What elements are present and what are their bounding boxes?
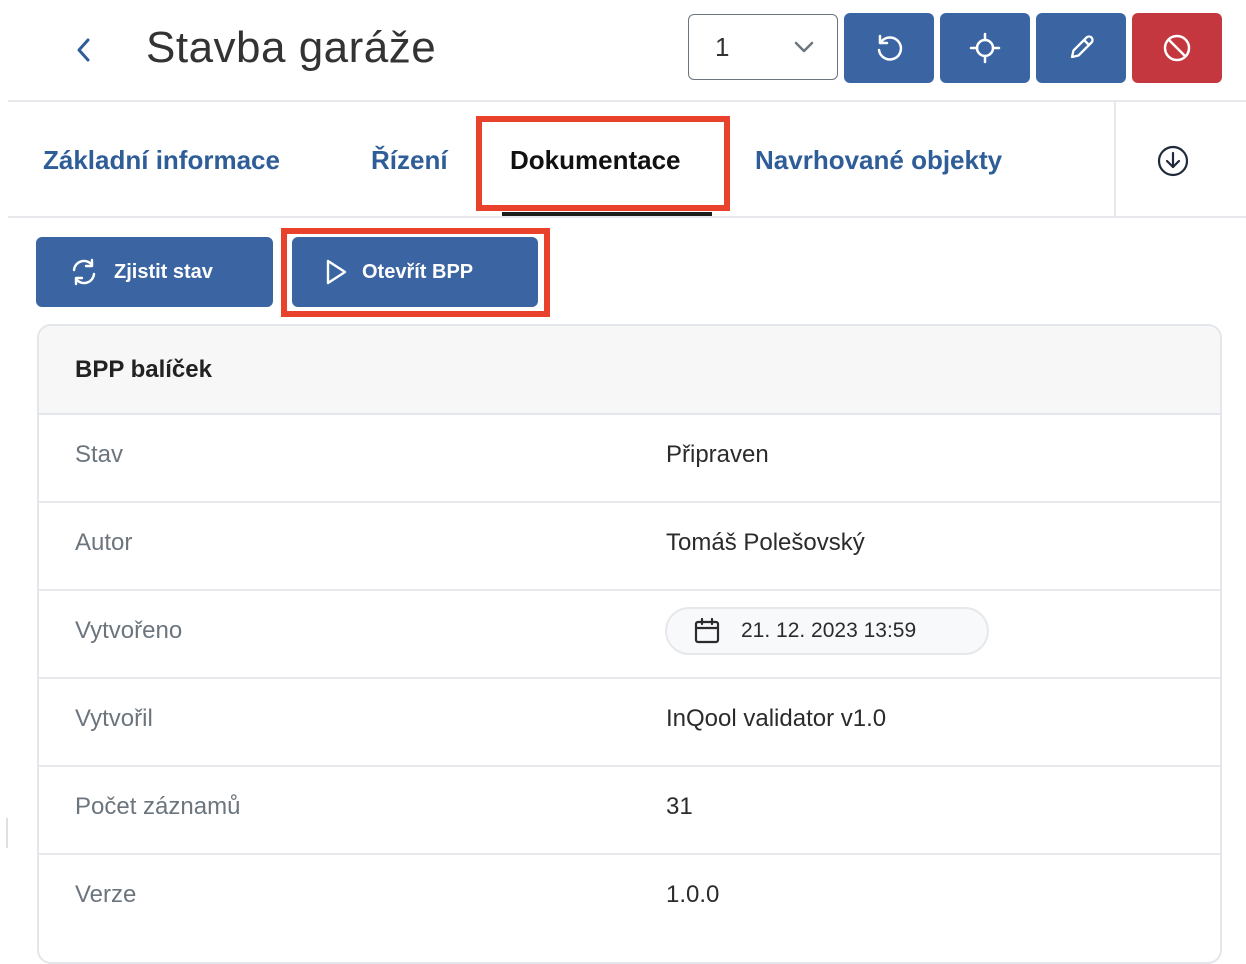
- card-title: BPP balíček: [75, 356, 212, 383]
- detail-row-record-count: Počet záznamů 31: [39, 767, 1220, 855]
- page-title: Stavba garáže: [146, 23, 437, 72]
- refresh-button[interactable]: [844, 13, 934, 83]
- header-divider: [8, 100, 1246, 102]
- detail-row-created: Vytvořeno 21. 12. 2023 13:59: [39, 591, 1220, 679]
- calendar-icon: [694, 617, 720, 644]
- date-badge: 21. 12. 2023 13:59: [665, 607, 989, 655]
- locate-button[interactable]: [940, 13, 1030, 83]
- version-select[interactable]: 1: [688, 14, 838, 80]
- detail-row-status: Stav Připraven: [39, 415, 1220, 503]
- crosshair-icon: [969, 32, 1001, 64]
- version-select-value: 1: [715, 31, 730, 62]
- sync-icon: [72, 258, 96, 286]
- bpp-package-card: BPP balíček Stav Připraven Autor Tomáš P…: [37, 324, 1222, 964]
- tab-rizeni[interactable]: Řízení: [371, 143, 448, 177]
- refresh-icon: [877, 34, 903, 61]
- row-label: Verze: [75, 881, 137, 908]
- scroll-edge-mark: [6, 818, 8, 848]
- ban-icon: [1163, 34, 1191, 62]
- tab-highlight-box: [476, 116, 730, 211]
- button-highlight-box: [281, 228, 550, 317]
- row-label: Vytvořeno: [75, 617, 183, 644]
- detail-row-version: Verze 1.0.0: [39, 855, 1220, 943]
- card-header: BPP balíček: [39, 326, 1220, 415]
- tabs-bottom-divider: [8, 216, 1246, 218]
- date-value: 21. 12. 2023 13:59: [741, 619, 917, 642]
- back-button[interactable]: [62, 28, 106, 72]
- tab-zakladni-informace[interactable]: Základní informace: [43, 143, 280, 177]
- row-value: 1.0.0: [666, 881, 720, 908]
- row-value: InQool validator v1.0: [666, 705, 887, 732]
- row-value: Připraven: [666, 441, 769, 468]
- detail-row-author: Autor Tomáš Polešovský: [39, 503, 1220, 591]
- chevron-left-icon: [77, 38, 90, 62]
- download-circle-icon: [1157, 145, 1189, 177]
- check-status-button[interactable]: Zjistit stav: [36, 237, 273, 307]
- row-value: Tomáš Polešovský: [666, 529, 865, 556]
- chevron-down-icon: [794, 41, 814, 53]
- cancel-button[interactable]: [1132, 13, 1222, 83]
- download-button[interactable]: [1156, 144, 1190, 178]
- tab-navrhovane-objekty[interactable]: Navrhované objekty: [755, 143, 1002, 177]
- tabs-divider: [1114, 102, 1116, 218]
- row-value: 31: [666, 793, 693, 820]
- row-label: Autor: [75, 529, 133, 556]
- edit-button[interactable]: [1036, 13, 1126, 83]
- row-label: Počet záznamů: [75, 793, 241, 820]
- detail-row-created-by: Vytvořil InQool validator v1.0: [39, 679, 1220, 767]
- row-label: Stav: [75, 441, 124, 468]
- row-label: Vytvořil: [75, 705, 153, 732]
- pencil-icon: [1070, 35, 1094, 59]
- check-status-label: Zjistit stav: [114, 260, 213, 283]
